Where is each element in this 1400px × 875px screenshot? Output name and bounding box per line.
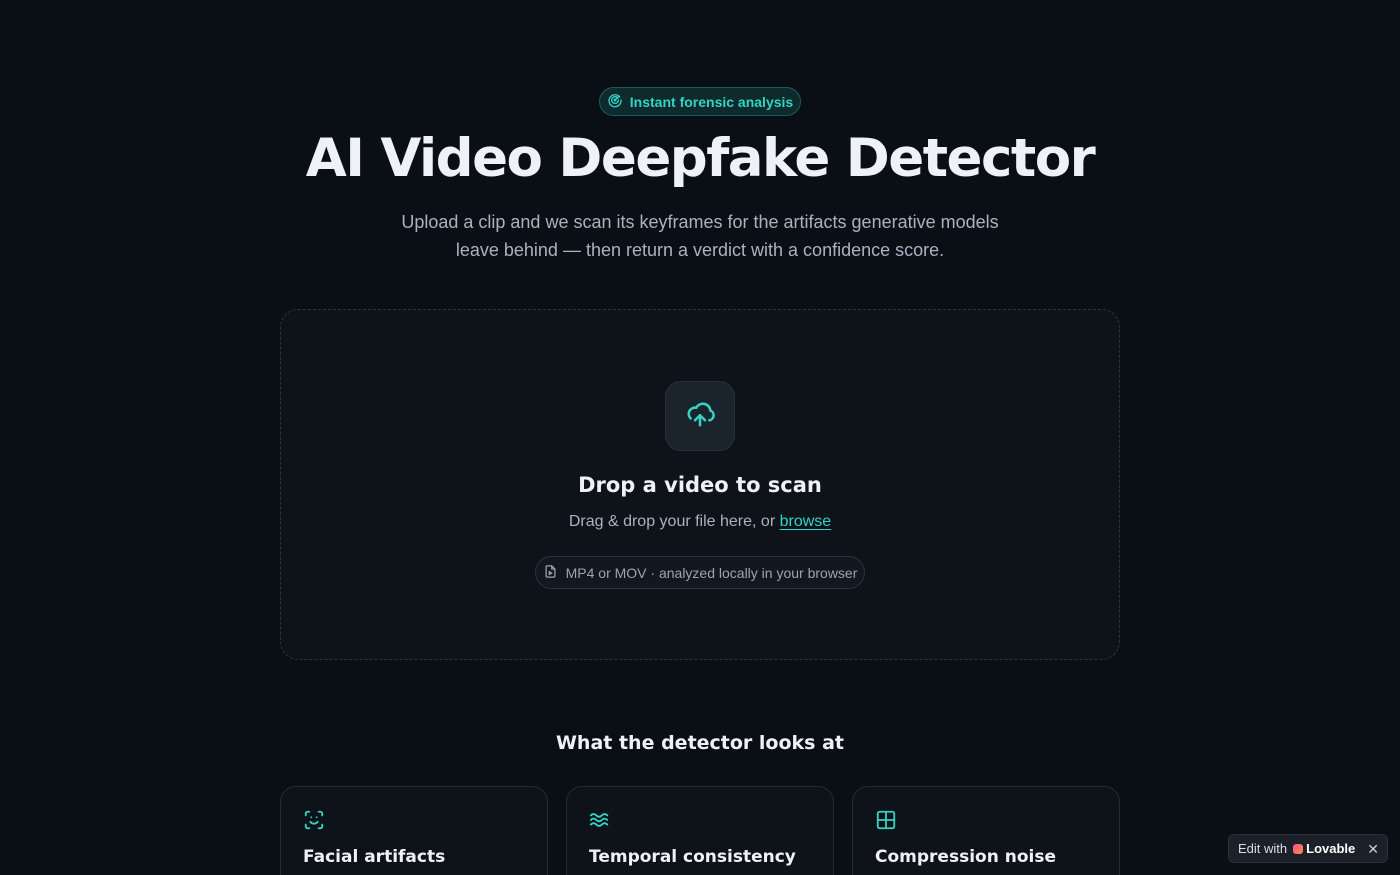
lovable-prefix: Edit with bbox=[1238, 841, 1288, 856]
feature-card-temporal: Temporal consistency bbox=[566, 786, 834, 875]
browse-link[interactable]: browse bbox=[780, 513, 832, 530]
format-pill: MP4 or MOV · analyzed locally in your br… bbox=[535, 556, 865, 589]
waves-icon bbox=[589, 809, 611, 831]
dropzone-subtitle: Drag & drop your file here, or browse bbox=[281, 513, 1119, 531]
cloud-upload-icon bbox=[685, 399, 715, 433]
close-icon[interactable]: ✕ bbox=[1367, 841, 1379, 858]
lovable-brand: Lovable bbox=[1293, 841, 1355, 856]
dropzone-subtitle-text: Drag & drop your file here, or bbox=[568, 513, 780, 530]
video-dropzone[interactable]: Drop a video to scan Drag & drop your fi… bbox=[280, 309, 1120, 660]
format-pill-label: MP4 or MOV · analyzed locally in your br… bbox=[565, 564, 858, 581]
feature-card-title: Temporal consistency bbox=[589, 847, 796, 867]
upload-tile[interactable] bbox=[665, 381, 735, 451]
features-title: What the detector looks at bbox=[555, 732, 845, 754]
file-icon bbox=[543, 564, 558, 582]
page-subtitle: Upload a clip and we scan its keyframes … bbox=[401, 212, 999, 260]
page-title: AI Video Deepfake Detector bbox=[305, 128, 1096, 189]
page: Instant forensic analysis AI Video Deepf… bbox=[0, 0, 1400, 875]
feature-card-compression: Compression noise bbox=[852, 786, 1120, 875]
hero-badge: Instant forensic analysis bbox=[599, 87, 801, 116]
edit-with-lovable-badge[interactable]: Edit with Lovable ✕ bbox=[1228, 834, 1388, 863]
hero-badge-label: Instant forensic analysis bbox=[629, 93, 794, 110]
face-scan-icon bbox=[303, 809, 325, 831]
lovable-heart-icon bbox=[1293, 843, 1304, 854]
feature-card-title: Compression noise bbox=[875, 847, 1056, 867]
feature-card-title: Facial artifacts bbox=[303, 847, 446, 867]
scan-target-icon bbox=[607, 92, 623, 111]
dropzone-title: Drop a video to scan bbox=[578, 473, 822, 497]
lovable-brand-label: Lovable bbox=[1306, 841, 1356, 856]
grid-icon bbox=[875, 809, 897, 831]
feature-card-facial: Facial artifacts bbox=[280, 786, 548, 875]
